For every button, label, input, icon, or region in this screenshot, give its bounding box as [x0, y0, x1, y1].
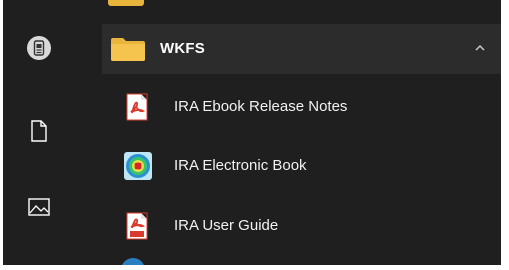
user-avatar-icon[interactable] [25, 34, 53, 62]
chevron-up-icon[interactable] [473, 41, 487, 55]
pdf-icon [124, 212, 150, 240]
app-icon-partial [121, 258, 145, 265]
pdf-icon [124, 93, 150, 121]
folder-icon [110, 36, 146, 62]
list-item-label: IRA User Guide [174, 217, 279, 234]
list-item-electronic-book[interactable]: IRA Electronic Book [102, 137, 501, 195]
list-item-user-guide[interactable]: IRA User Guide [102, 197, 501, 255]
folder-group-wkfs[interactable]: WKFS [102, 24, 501, 74]
folder-icon-partial [108, 0, 144, 6]
document-icon[interactable] [25, 117, 53, 145]
pictures-icon[interactable] [25, 193, 53, 221]
start-menu-panel: WKFS IRA Ebook Release Notes IRA Electro… [3, 0, 501, 265]
app-target-icon [124, 152, 152, 180]
list-item-release-notes[interactable]: IRA Ebook Release Notes [102, 78, 501, 136]
folder-group-label: WKFS [160, 40, 205, 57]
list-item-label: IRA Electronic Book [174, 157, 307, 174]
list-item-label: IRA Ebook Release Notes [174, 98, 348, 115]
start-left-rail [3, 0, 81, 265]
